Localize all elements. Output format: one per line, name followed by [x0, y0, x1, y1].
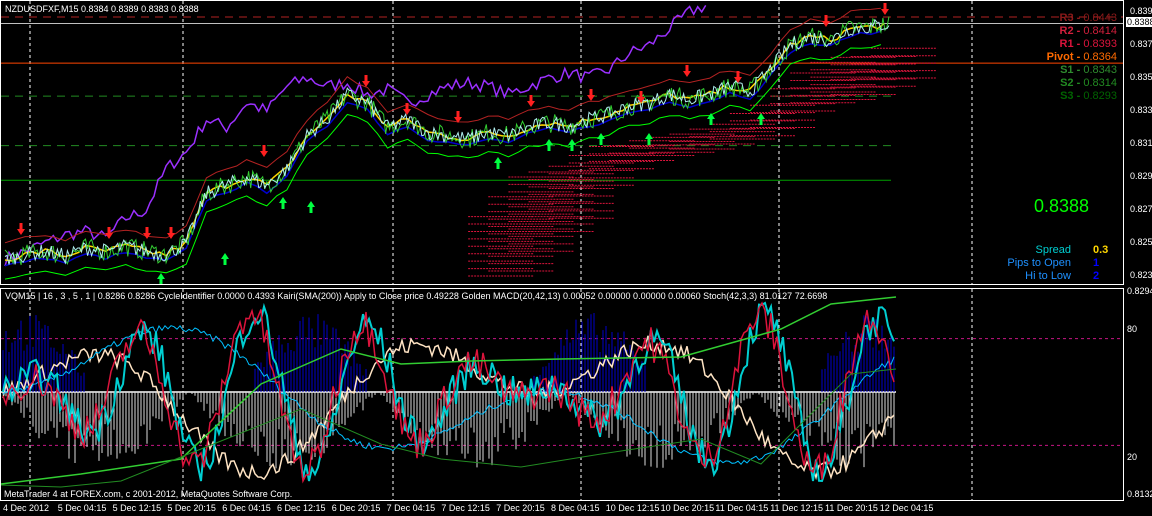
time-axis-label: 6 Dec 12:15: [277, 503, 326, 513]
sell-arrow-icon: [105, 227, 113, 239]
pips-to-open-value: 1: [1093, 257, 1100, 269]
time-axis-label: 5 Dec 04:15: [57, 503, 107, 513]
sell-arrow-icon: [143, 227, 151, 239]
hi-to-low-value: 2: [1093, 270, 1100, 282]
price-axis-label: 0.8275: [1130, 204, 1152, 214]
pivot-s2: S2 - 0.8314: [1060, 77, 1117, 89]
pivot-value: 0.8343: [1083, 64, 1117, 76]
price-chart[interactable]: [1, 1, 1123, 284]
buy-arrow-icon: [707, 113, 715, 125]
pivot-sep: -: [1073, 90, 1084, 102]
pivot-r2: R2 - 0.8414: [1060, 25, 1118, 37]
price-axis-label: 0.8355: [1130, 72, 1152, 82]
time-axis-label: 6 Dec 04:15: [222, 503, 271, 513]
price-axis-label: 0.8335: [1130, 105, 1152, 115]
time-axis-label: 11 Dec 04:15: [715, 503, 769, 513]
copyright-text: MetaTrader 4 at FOREX.com, c 2001-2012, …: [4, 489, 293, 499]
time-axis-label: 5 Dec 20:15: [167, 503, 216, 513]
pivot-sep: -: [1073, 38, 1084, 50]
sell-arrow-icon: [362, 75, 370, 87]
pivot-value: 0.8393: [1083, 38, 1117, 50]
sell-arrow-icon: [403, 103, 411, 115]
buy-arrow-icon: [307, 201, 315, 213]
sell-arrow-icon: [587, 89, 595, 101]
pivot-name: R2: [1059, 25, 1074, 37]
pivot-s3: S3 - 0.8293: [1060, 90, 1117, 102]
buy-arrow-icon: [597, 133, 605, 145]
time-axis-label: 8 Dec 04:15: [551, 503, 600, 513]
time-axis-label: 12 Dec 04:15: [879, 503, 934, 513]
time-axis-label: 7 Dec 12:15: [441, 503, 490, 513]
moving-average-line: [4, 30, 882, 267]
pivot-name: S2: [1060, 77, 1074, 89]
upper-band-line: [4, 7, 881, 244]
buy-arrow-icon: [157, 273, 165, 284]
candles-line: [4, 16, 890, 266]
pivot-name: R3: [1059, 12, 1074, 24]
time-axis-label: 6 Dec 20:15: [331, 503, 381, 513]
price-axis-label: 0.8295: [1130, 171, 1152, 181]
time-axis-label: 11 Dec 20:15: [825, 503, 878, 513]
buy-arrow-icon: [545, 139, 553, 151]
pivot-name: S1: [1060, 64, 1074, 76]
pivot-name: Pivot: [1046, 51, 1074, 63]
time-axis-label: 7 Dec 04:15: [386, 503, 436, 513]
sell-arrow-icon: [683, 65, 691, 77]
spread-label: Spread: [1035, 244, 1071, 256]
buy-arrow-icon: [494, 157, 502, 169]
pivot-value: 0.8414: [1083, 25, 1117, 37]
price-axis-label: 0.8395: [1130, 6, 1152, 16]
buy-arrow-icon: [221, 253, 229, 265]
pivot-s1: S1 - 0.8343: [1060, 64, 1117, 76]
bid-price: 0.8388: [1033, 196, 1089, 216]
pips-to-open-label: Pips to Open: [1007, 257, 1071, 269]
pivot-name: S3: [1060, 90, 1074, 102]
indicator-subwindow[interactable]: VQM15 | 16 , 3 , 5 , 1 | 0.8286 0.8286 C…: [0, 288, 1124, 501]
time-axis-label: 5 Dec 12:15: [112, 503, 162, 513]
time-axis-label: 11 Dec 12:15: [770, 503, 824, 513]
symbol-header: NZDUSDFXF,M15 0.8384 0.8389 0.8383 0.838…: [5, 4, 199, 14]
pivot-sep: -: [1073, 64, 1084, 76]
time-axis-label: 4 Dec 2012: [3, 503, 50, 513]
buy-arrow-icon: [645, 133, 653, 145]
sell-arrow-icon: [881, 3, 889, 15]
pivot-value: 0.8293: [1083, 90, 1117, 102]
pivot-pivot: Pivot - 0.8364: [1047, 51, 1117, 63]
pivot-r3: R3 - 0.8443: [1060, 12, 1118, 24]
pivot-sep: -: [1073, 25, 1084, 37]
pivot-sep: -: [1073, 51, 1084, 63]
oscillator-chart[interactable]: [1, 289, 1123, 500]
pivot-sep: -: [1073, 77, 1084, 89]
sub-axis-20: 20: [1127, 452, 1138, 462]
pivot-r1: R1 - 0.8393: [1060, 38, 1118, 50]
subwindow-header: VQM15 | 16 , 3 , 5 , 1 | 0.8286 0.8286 C…: [5, 291, 828, 301]
sell-arrow-icon: [260, 145, 268, 157]
price-axis-label: 0.8255: [1130, 237, 1152, 247]
pivot-value: 0.8364: [1083, 51, 1117, 63]
current-price-marker: 0.8388: [1126, 17, 1152, 27]
buy-arrow-icon: [279, 197, 287, 209]
hi-to-low-label: Hi to Low: [1025, 270, 1071, 282]
price-axis-label: 0.8235: [1130, 270, 1152, 280]
sell-arrow-icon: [17, 223, 25, 235]
pivot-sep: -: [1073, 12, 1084, 24]
sub-axis-bottom: 0.8132: [1127, 489, 1152, 499]
price-axis-label: 0.8375: [1130, 39, 1152, 49]
spread-value: 0.3: [1093, 244, 1109, 256]
price-axis-label: 0.8315: [1130, 138, 1152, 148]
time-axis-label: 10 Dec 20:15: [660, 503, 715, 513]
time-axis-label: 7 Dec 20:15: [496, 503, 545, 513]
pivot-name: R1: [1059, 38, 1074, 50]
pivot-value: 0.8443: [1083, 12, 1117, 24]
sub-axis-top: 0.8294: [1127, 286, 1152, 296]
buy-arrow-icon: [568, 139, 576, 151]
main-chart-window[interactable]: NZDUSDFXF,M15 0.8384 0.8389 0.8383 0.838…: [0, 0, 1124, 285]
sell-arrow-icon: [527, 95, 535, 107]
buy-arrow-icon: [757, 113, 765, 125]
pivot-value: 0.8314: [1083, 77, 1117, 89]
sub-axis-80: 80: [1127, 324, 1138, 334]
time-axis-label: 10 Dec 12:15: [605, 503, 660, 513]
